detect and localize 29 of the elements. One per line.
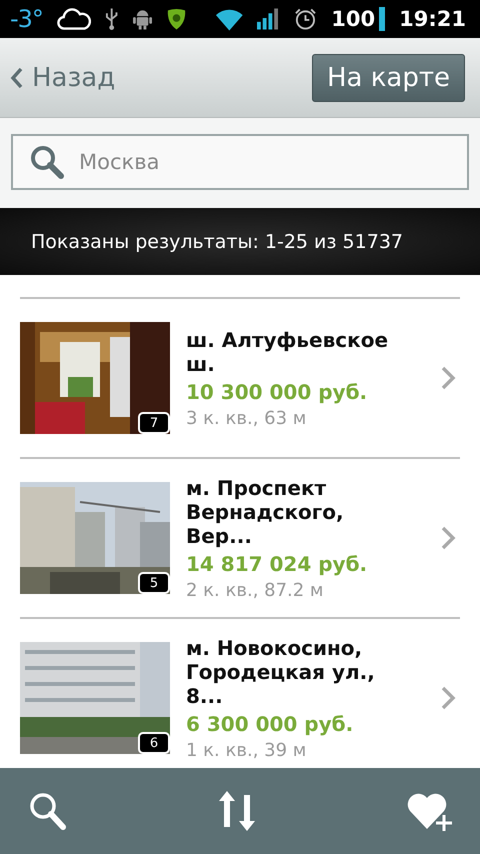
back-link[interactable]: Назад [10, 62, 116, 92]
back-chevron-icon [10, 66, 24, 88]
wifi-icon [214, 7, 244, 31]
listing-details: 3 к. кв., 63 м [186, 408, 308, 428]
photo-count-badge: 5 [138, 572, 170, 594]
cloud-icon [56, 7, 92, 31]
shield-icon [166, 7, 187, 31]
listing-details: 2 к. кв., 87.2 м [186, 580, 325, 600]
search-icon[interactable] [28, 791, 68, 831]
battery-level: 100 [331, 7, 376, 31]
listing-price: 6 300 000 руб. [186, 712, 354, 736]
usb-icon [105, 7, 119, 31]
listing-price: 10 300 000 руб. [186, 380, 368, 404]
alarm-icon [294, 7, 318, 31]
listing-address: м. Новокосино, Городецкая ул., 8... [186, 636, 376, 708]
temperature: -3° [10, 5, 43, 33]
listing-price: 14 817 024 руб. [186, 552, 368, 576]
results-summary: Показаны результаты: 1-25 из 51737 [31, 230, 403, 252]
clock: 19:21 [399, 7, 466, 31]
listing-address: м. Проспект Вернадского, Вер... [186, 476, 345, 548]
photo-count-badge: 7 [138, 412, 170, 434]
listing-details: 1 к. кв., 39 м [186, 740, 308, 760]
search-field[interactable]: Москва [11, 134, 469, 190]
battery-icon [379, 7, 386, 31]
android-icon [132, 8, 152, 30]
map-button[interactable]: На карте [312, 54, 465, 102]
photo-count-badge: 6 [138, 732, 170, 754]
signal-icon [257, 8, 280, 30]
listing-address: ш. Алтуфьевское ш. [186, 328, 390, 376]
